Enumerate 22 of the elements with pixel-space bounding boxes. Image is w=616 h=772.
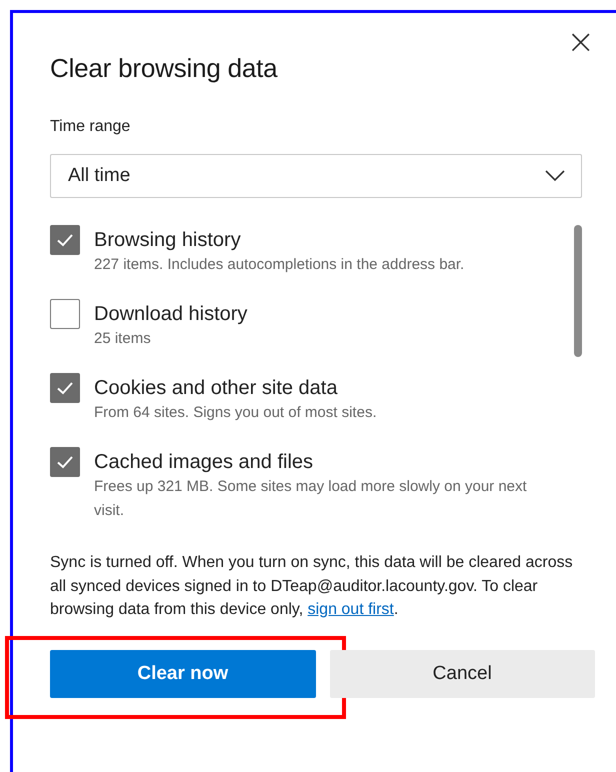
cancel-button[interactable]: Cancel [330,650,595,698]
checkbox[interactable] [50,447,80,477]
time-range-dropdown[interactable]: All time [50,154,582,198]
field-label: Time range [50,118,132,136]
option-description: 25 items [94,329,152,349]
option-label: Cached images and files [94,450,314,475]
option-label: Cookies and other site data [94,376,338,401]
option-description: From 64 sites. Signs you out of most sites. [94,403,377,423]
option-label: Browsing history [94,228,242,253]
scrollbar-thumb[interactable] [574,225,582,357]
close-button[interactable]: × [566,25,595,59]
clear-now-button[interactable]: Clear now [50,650,316,698]
checkbox[interactable] [50,373,80,403]
sync-note: Sync is turned off. When you turn on sync, this data will be cleared across all synced devices signed in to DTeap@auditor.lacounty.gov. To clear browsing data from this device only, sign out first. [50,553,574,620]
sign-out-link[interactable]: sign out first [308,601,394,618]
option-description: Frees up 321 MB. Some sites may load more slowly on your next visit. [94,477,528,521]
option-label: Download history [94,302,248,327]
option-description: 227 items. Includes autocompletions in the address bar. [94,255,464,275]
dialog-title: Clear browsing data [50,53,278,84]
chevron-down-icon [545,170,565,182]
checkbox[interactable] [50,225,80,255]
checkbox[interactable] [50,299,80,329]
